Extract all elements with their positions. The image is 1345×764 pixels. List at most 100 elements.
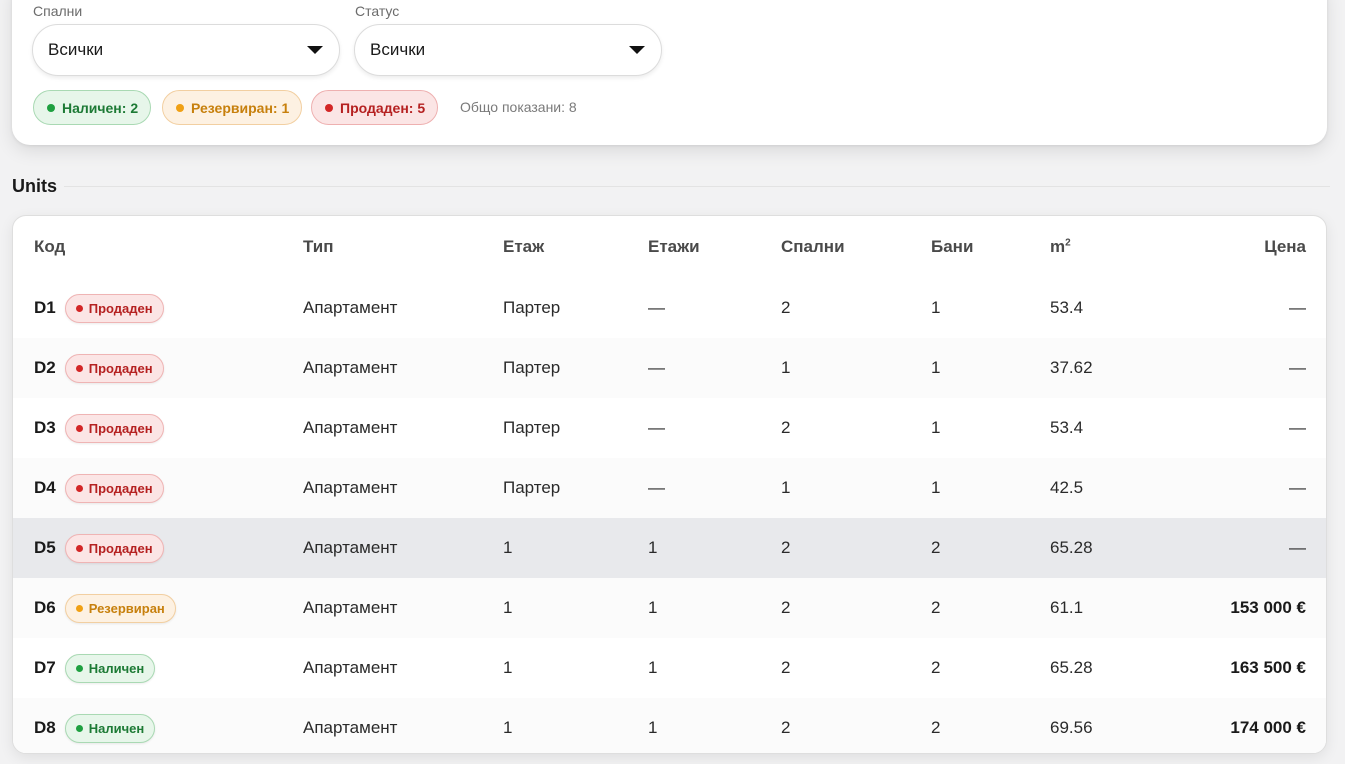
cell-floors: 1: [648, 698, 781, 753]
cell-floor: Партер: [503, 458, 648, 518]
total-shown-count: Общо показани: 8: [460, 99, 577, 115]
reserved-count-label: Резервиран: 1: [191, 99, 290, 116]
available-filter-pill[interactable]: Наличен: 2: [33, 90, 152, 125]
cell-type: Апартамент: [303, 658, 398, 677]
status-select[interactable]: Всички: [354, 24, 662, 76]
status-dot-icon: [75, 724, 83, 732]
table-row[interactable]: D1 Продаден Апартамент Партер — 2 1 53.4 —: [13, 278, 1326, 338]
cell-floors: —: [648, 298, 665, 317]
unit-code: D4: [34, 478, 56, 497]
status-badge-label: Резервиран: [88, 600, 165, 616]
cell-price: —: [1289, 418, 1306, 437]
cell-price: 174 000 €: [1170, 698, 1326, 753]
status-badge-label: Продаден: [88, 480, 153, 496]
cell-bedrooms: 2: [781, 418, 791, 437]
cell-floors: 1: [648, 578, 781, 638]
unit-code: D1: [34, 298, 56, 317]
cell-bedrooms: 1: [781, 458, 931, 518]
status-filter-label: Статус: [355, 3, 400, 19]
column-header-type[interactable]: Тип: [303, 216, 503, 278]
status-badge: Продаден: [64, 473, 164, 503]
cell-bathrooms: 2: [931, 698, 1050, 753]
chevron-down-icon: [307, 46, 323, 54]
table-row[interactable]: D7 Наличен Апартамент 1 1 2 2 65.28 163 500 €: [13, 638, 1326, 698]
unit-code: D6: [34, 598, 56, 617]
cell-price: —: [1289, 298, 1306, 317]
cell-bedrooms: 1: [781, 338, 931, 398]
cell-type: Апартамент: [303, 338, 503, 398]
status-dot-icon: [75, 604, 83, 612]
status-dot-icon: [47, 103, 55, 112]
cell-floors: 1: [648, 518, 781, 578]
cell-bedrooms: 2: [781, 658, 791, 677]
cell-type: Апартамент: [303, 578, 503, 638]
column-header-floors[interactable]: Етажи: [648, 216, 781, 278]
cell-bedrooms: 2: [781, 518, 931, 578]
status-badge-label: Наличен: [88, 720, 145, 736]
cell-floors: —: [648, 338, 781, 398]
reserved-filter-pill[interactable]: Резервиран: 1: [162, 90, 303, 125]
table-row[interactable]: D2 Продаден Апартамент Партер —1 1 37.62—: [13, 338, 1326, 398]
cell-bathrooms: 2: [931, 518, 1050, 578]
cell-floor: Партер: [503, 298, 561, 317]
filter-card: Спални Всички Статус Всички Наличен: 2 Р…: [12, 0, 1327, 145]
table-row[interactable]: D8 Наличен Апартамент 1 1 2 2 69.56 174 000 €: [13, 698, 1326, 753]
table-row[interactable]: D6 Резервиран Апартамент 1 1 2 2 61.1 153 000 €: [13, 578, 1326, 638]
cell-bathrooms: 1: [931, 338, 1050, 398]
cell-price: —: [1170, 458, 1326, 518]
bedrooms-select-value: Всички: [48, 40, 104, 59]
table-row[interactable]: D5 Продаден Апартамент 1 1 2 2 65.28—: [13, 518, 1326, 578]
cell-bedrooms: 2: [781, 578, 931, 638]
units-section-title: Units: [12, 176, 57, 196]
status-dot-icon: [75, 364, 83, 372]
table-row[interactable]: D4 Продаден Апартамент Партер —1 1 42.5—: [13, 458, 1326, 518]
cell-area: 53.4: [1050, 418, 1084, 437]
bedrooms-select[interactable]: Всички: [32, 24, 340, 76]
status-dot-icon: [325, 103, 333, 112]
status-dot-icon: [75, 544, 83, 552]
cell-type: Апартамент: [303, 298, 398, 317]
status-badge: Наличен: [64, 713, 156, 743]
column-header-floor[interactable]: Етаж: [503, 216, 648, 278]
unit-code: D7: [34, 658, 56, 677]
cell-code: D3 Продаден: [13, 398, 303, 458]
cell-floor: Партер: [503, 418, 561, 437]
cell-bathrooms: 1: [931, 298, 941, 317]
available-count-label: Наличен: 2: [62, 99, 139, 116]
cell-price: —: [1170, 518, 1326, 578]
cell-area: 61.1: [1050, 578, 1170, 638]
cell-bathrooms: 2: [931, 658, 941, 677]
column-header-bedrooms[interactable]: Спални: [781, 216, 931, 278]
cell-code: D1 Продаден: [13, 278, 303, 338]
cell-area: 65.28: [1050, 658, 1093, 677]
area-unit-label: m: [1050, 237, 1066, 256]
status-badge-label: Продаден: [88, 420, 153, 436]
column-header-bathrooms[interactable]: Бани: [931, 216, 1050, 278]
cell-type: Апартамент: [303, 458, 503, 518]
cell-area: 37.62: [1050, 338, 1170, 398]
table-header-row: Код Тип Етаж Етажи Спални Бани m2 Цена: [13, 216, 1326, 278]
cell-floor: Партер: [503, 338, 648, 398]
column-header-price[interactable]: Цена: [1170, 216, 1326, 278]
cell-price: 153 000 €: [1170, 578, 1326, 638]
status-dot-icon: [75, 304, 83, 312]
unit-code: D5: [34, 538, 56, 557]
cell-code: D7 Наличен: [13, 638, 303, 698]
status-badge: Продаден: [64, 413, 164, 443]
cell-code: D5 Продаден: [13, 518, 303, 578]
table-row[interactable]: D3 Продаден Апартамент Партер — 2 1 53.4 —: [13, 398, 1326, 458]
unit-code: D2: [34, 358, 56, 377]
cell-floor: 1: [503, 698, 648, 753]
unit-code: D3: [34, 418, 56, 437]
cell-floor: 1: [503, 518, 648, 578]
units-table: Код Тип Етаж Етажи Спални Бани m2 Цена D…: [13, 216, 1326, 753]
cell-area: 65.28: [1050, 518, 1170, 578]
status-badge: Продаден: [64, 533, 164, 563]
column-header-area[interactable]: m2: [1050, 216, 1170, 278]
cell-floors: —: [648, 458, 781, 518]
cell-floor: 1: [503, 578, 648, 638]
column-header-code[interactable]: Код: [13, 216, 303, 278]
cell-code: D6 Резервиран: [13, 578, 303, 638]
sold-filter-pill[interactable]: Продаден: 5: [311, 90, 439, 125]
cell-area: 69.56: [1050, 698, 1170, 753]
